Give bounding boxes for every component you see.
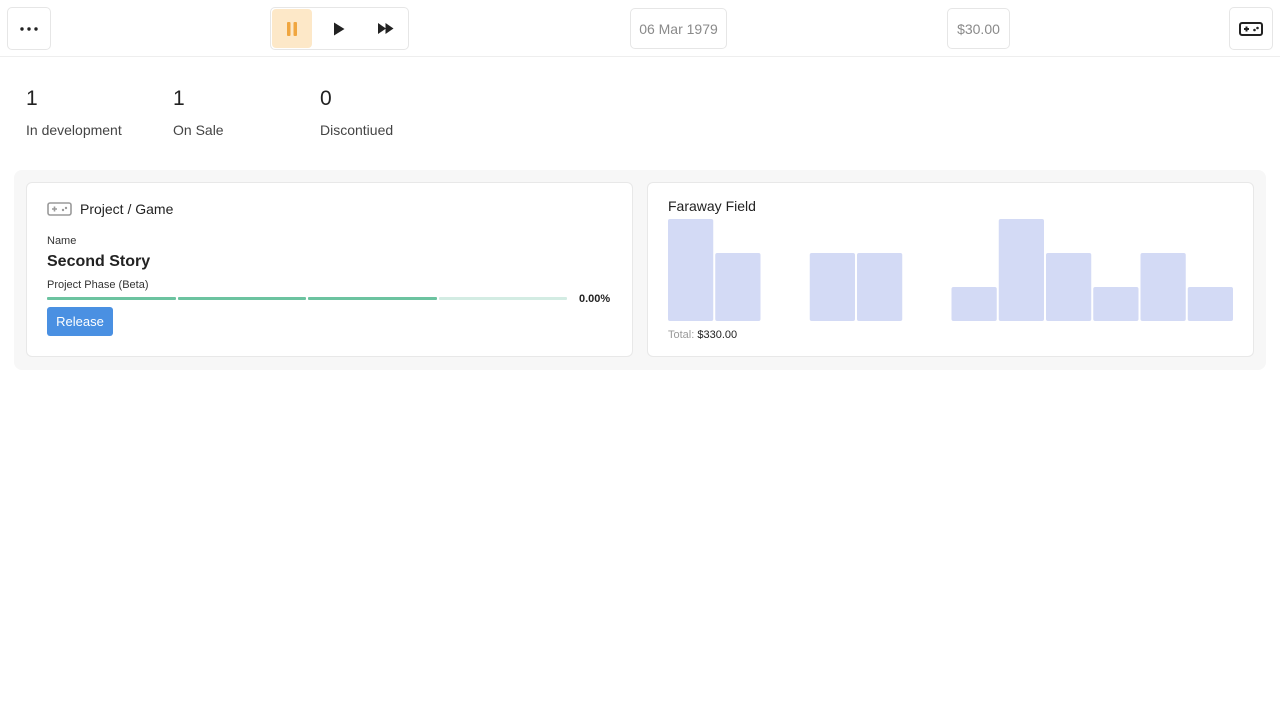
phase-segment [308,297,437,300]
stat-discontinued: 0 Discontiued [320,86,393,138]
phase-segment [47,297,176,300]
play-icon [334,22,345,35]
release-button[interactable]: Release [47,307,113,336]
phase-segment [177,297,306,300]
fast-forward-icon [378,23,394,34]
speed-controls [270,7,409,50]
sales-bar [1046,253,1092,321]
sales-bar [857,253,903,321]
stat-value: 0 [320,87,332,110]
phase-progress-bar [47,297,567,300]
sales-card: Faraway Field Total: $330.00 [647,182,1254,357]
stat-value: 1 [26,87,38,110]
pause-button[interactable] [272,9,312,48]
progress-percent: 0.00% [579,293,611,305]
date-display: 06 Mar 1979 [630,8,727,49]
money-display: $30.00 [947,8,1010,49]
stat-label: Discontiued [320,122,394,138]
sales-bar [668,219,714,321]
sales-bar-chart [668,219,1233,321]
stat-label: In development [26,122,122,138]
total-value: $330.00 [697,329,738,341]
project-card-header: Project / Game [47,201,173,217]
project-card: Project / Game Name Second Story Project… [26,182,633,357]
pause-icon [287,21,297,36]
play-button[interactable] [319,9,359,48]
menu-button[interactable] [7,7,51,50]
project-card-title: Project / Game [80,201,174,217]
stat-on-sale: 1 On Sale [173,86,224,138]
gamepad-icon [47,202,72,216]
stat-in-development: 1 In development [26,86,122,138]
gamepad-icon [1239,21,1263,36]
top-bar: 06 Mar 1979 $30.00 [0,0,1280,57]
sales-chart-title: Faraway Field [668,198,756,214]
games-button[interactable] [1229,7,1273,50]
phase-segment [438,297,567,300]
stat-value: 1 [173,87,185,110]
sales-bar [1093,287,1139,321]
sales-bar [809,253,855,321]
sales-bar [1140,253,1186,321]
stat-label: On Sale [173,122,224,138]
total-label: Total: [668,329,695,341]
phase-label: Project Phase (Beta) [47,279,149,291]
sales-bar [715,253,761,321]
game-name: Second Story [47,253,151,270]
fast-forward-button[interactable] [366,9,406,48]
ellipsis-icon [20,26,38,31]
sales-bar [998,219,1044,321]
sales-total: Total: $330.00 [668,329,737,341]
projects-panel: Project / Game Name Second Story Project… [14,170,1266,370]
name-label: Name [47,235,77,247]
sales-bar [1187,287,1233,321]
sales-bar [951,287,997,321]
